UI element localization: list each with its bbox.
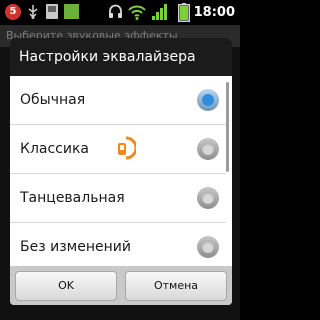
option-no-change[interactable]: Без изменений — [10, 223, 226, 266]
option-label: Классика — [20, 141, 89, 157]
radio-selected-icon[interactable] — [197, 89, 219, 111]
radio-unselected-icon[interactable] — [197, 187, 219, 209]
option-label: Танцевальная — [20, 190, 125, 206]
sd-card-icon — [46, 4, 58, 19]
equalizer-dialog: Настройки эквалайзера Обычная Классика Т… — [10, 38, 232, 305]
wifi-icon — [128, 5, 146, 20]
cancel-button[interactable]: Отмена — [125, 271, 227, 301]
list-scrollbar[interactable] — [226, 82, 229, 172]
option-label: Обычная — [20, 92, 86, 108]
status-time: 18:00 — [193, 5, 235, 20]
app-notification-icon — [64, 4, 79, 19]
dialog-button-bar: OK Отмена — [10, 266, 232, 305]
headphones-icon — [109, 4, 122, 18]
option-classic[interactable]: Классика — [10, 125, 226, 174]
status-bar: 5 18:00 — [0, 0, 240, 25]
option-label: Без изменений — [20, 239, 131, 255]
notification-count-icon: 5 — [5, 4, 21, 20]
equalizer-options-list[interactable]: Обычная Классика Танцевальная Без измене… — [10, 76, 232, 266]
app-notification-icon — [118, 136, 136, 160]
usb-icon — [28, 5, 38, 19]
battery-icon — [178, 3, 190, 22]
radio-unselected-icon[interactable] — [197, 138, 219, 160]
dialog-title: Настройки эквалайзера — [10, 38, 232, 76]
option-dance[interactable]: Танцевальная — [10, 174, 226, 223]
option-normal[interactable]: Обычная — [10, 76, 226, 125]
radio-unselected-icon[interactable] — [197, 236, 219, 258]
signal-icon — [152, 4, 167, 20]
ok-button[interactable]: OK — [15, 271, 117, 301]
